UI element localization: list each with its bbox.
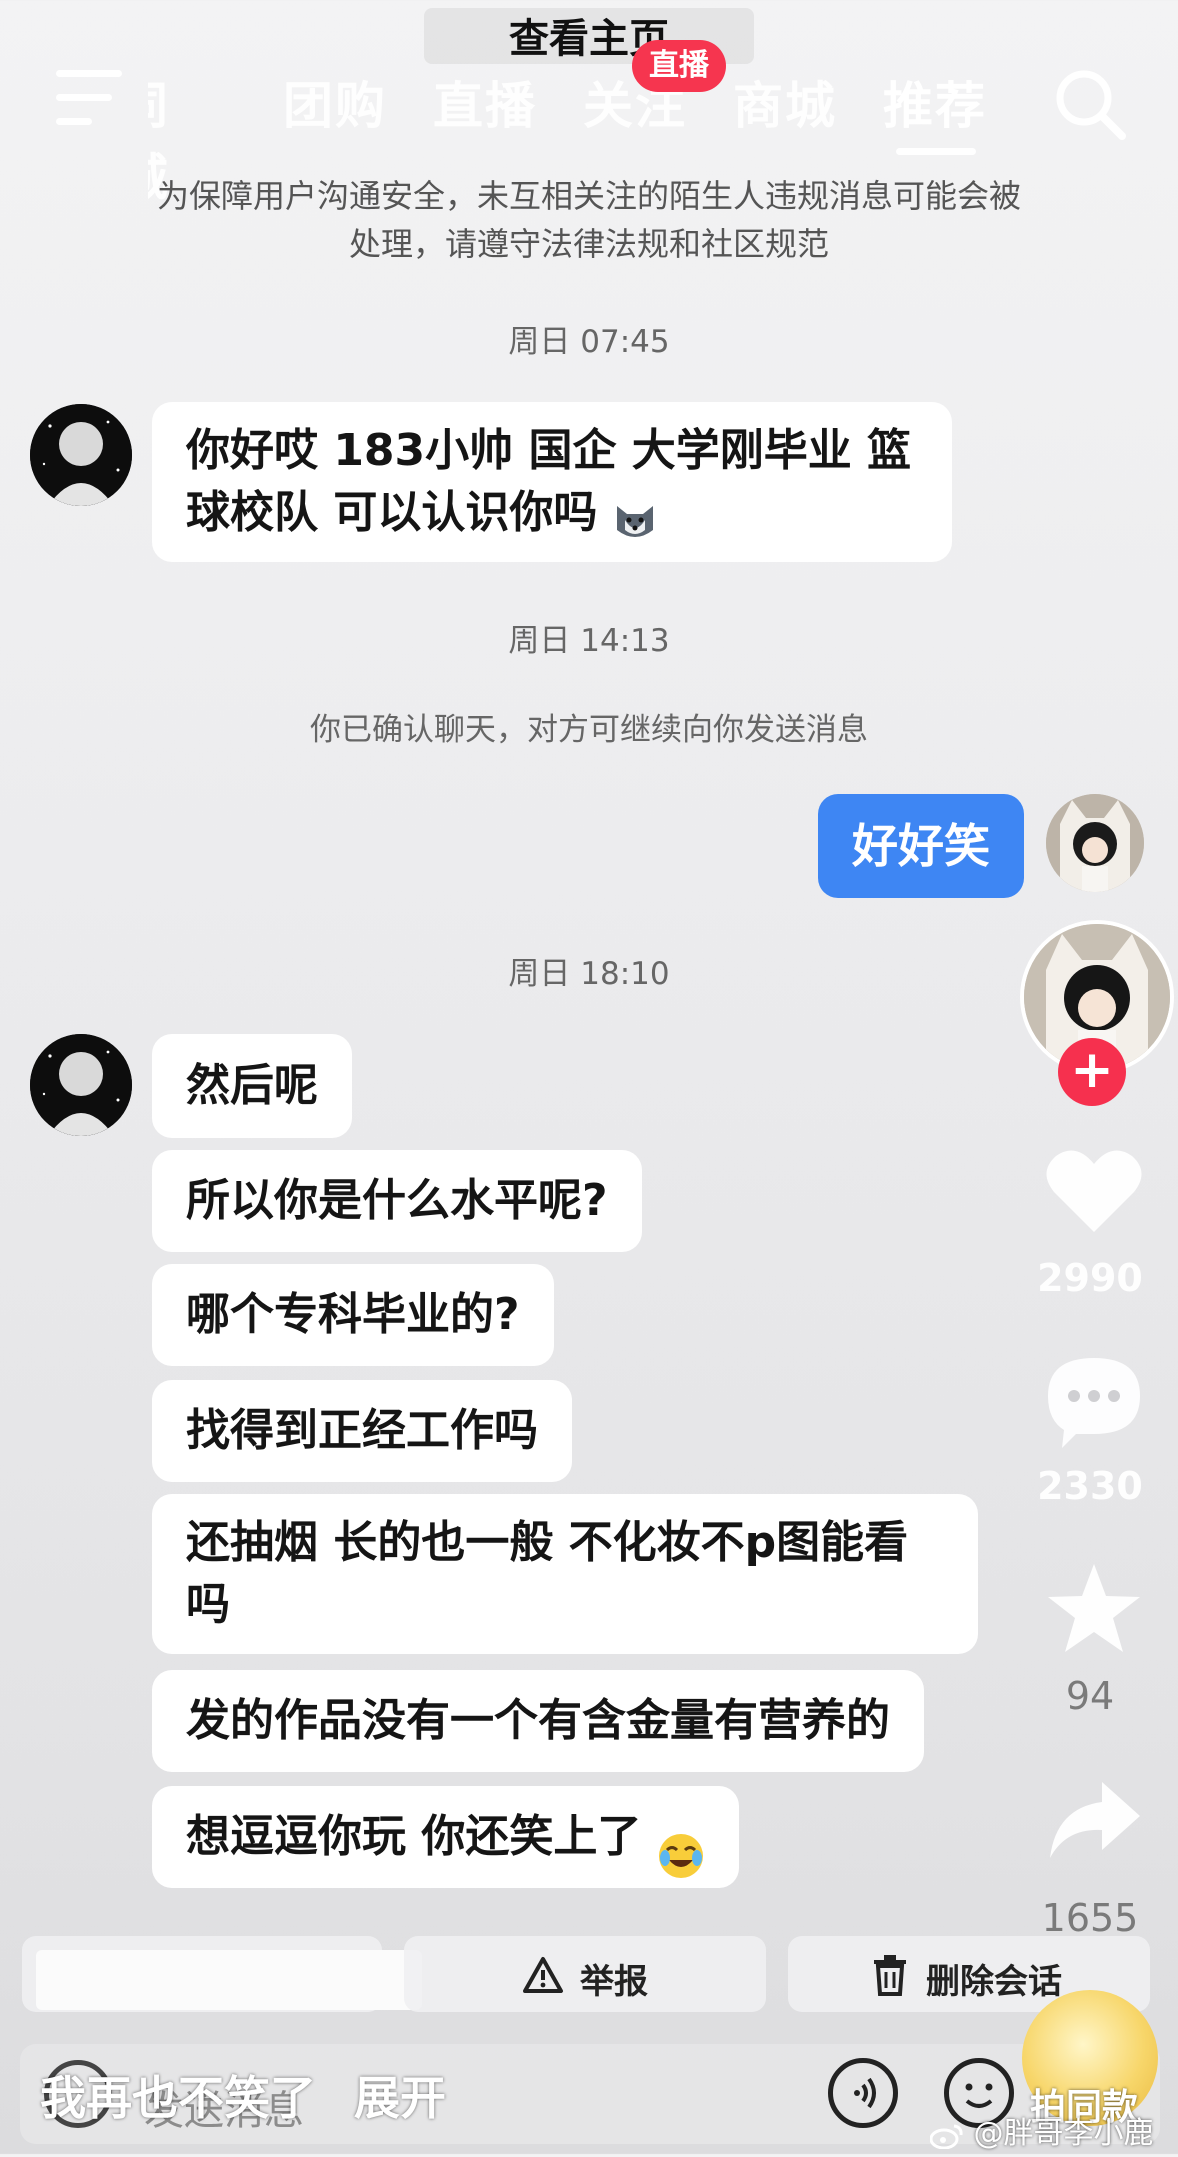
follow-plus-icon[interactable]: + [1058, 1038, 1126, 1106]
page-title[interactable]: 查看主页 [0, 6, 1178, 64]
tab-recommend[interactable]: 推荐 [883, 66, 987, 138]
message-bubble-incoming[interactable]: 你好哎 183小帅 国企 大学刚毕业 篮 球校队 可以认识你吗 [152, 402, 952, 562]
live-badge[interactable]: 直播 [632, 40, 726, 92]
husky-emoji-icon [613, 495, 657, 537]
voice-icon[interactable] [828, 2058, 898, 2128]
favorite-count: 94 [1065, 1674, 1115, 1718]
watermark-text: @胖哥李小鹿 [973, 2116, 1154, 2151]
message-line-2: 吗 [186, 1579, 230, 1630]
message-bubble-incoming[interactable]: 所以你是什么水平呢? [152, 1150, 642, 1252]
message-line-2: 球校队 可以认识你吗 [186, 482, 918, 544]
redacted-area [36, 1950, 422, 2010]
message-bubble-incoming[interactable]: 哪个专科毕业的? [152, 1264, 554, 1366]
safety-notice: 为保障用户沟通安全，未互相关注的陌生人违规消息可能会被 处理，请遵守法律法规和社… [0, 172, 1178, 268]
weibo-logo-icon [929, 2122, 964, 2149]
active-tab-indicator [896, 148, 976, 155]
comment-icon[interactable] [1044, 1354, 1144, 1450]
tab-live[interactable]: 直播 [433, 66, 537, 138]
like-count: 2990 [1037, 1256, 1143, 1300]
message-bubble-incoming[interactable]: 找得到正经工作吗 [152, 1380, 572, 1482]
heart-icon[interactable] [1044, 1146, 1144, 1236]
expand-caption-link[interactable]: 展开 [354, 2071, 446, 2125]
my-avatar[interactable] [1046, 794, 1144, 892]
sender-avatar[interactable] [30, 404, 132, 506]
report-button[interactable]: 举报 [404, 1936, 766, 2012]
sender-avatar[interactable] [30, 1034, 132, 1136]
message-bubble-outgoing[interactable]: 好好笑 [818, 794, 1024, 898]
search-icon[interactable] [1052, 66, 1128, 142]
message-bubble-incoming[interactable]: 想逗逗你玩 你还笑上了 [152, 1786, 739, 1888]
message-bubble-incoming[interactable]: 还抽烟 长的也一般 不化妆不p图能看 吗 [152, 1494, 978, 1654]
timestamp-3: 周日 18:10 [508, 956, 670, 992]
comment-count: 2330 [1037, 1464, 1143, 1508]
warning-icon [522, 1956, 564, 2003]
tab-mall[interactable]: 商城 [733, 66, 837, 138]
video-caption: 我再也不笑了 展开 [40, 2062, 446, 2128]
trash-icon [872, 1954, 908, 2005]
message-line-1: 还抽烟 长的也一般 不化妆不p图能看 [186, 1517, 909, 1568]
system-message: 你已确认聊天，对方可继续向你发送消息 [310, 712, 868, 748]
tab-group-buy[interactable]: 团购 [283, 66, 387, 138]
message-line-1: 你好哎 183小帅 国企 大学刚毕业 篮 [186, 425, 912, 476]
share-icon[interactable] [1046, 1778, 1142, 1862]
message-bubble-incoming[interactable]: 然后呢 [152, 1034, 352, 1138]
message-bubble-incoming[interactable]: 发的作品没有一个有含金量有营养的 [152, 1670, 924, 1772]
crying-laughing-emoji-icon [657, 1815, 705, 1878]
watermark: @胖哥李小鹿 [929, 2108, 1154, 2152]
delete-chat-label: 删除会话 [926, 1962, 1062, 2002]
timestamp-1: 周日 07:45 [508, 324, 670, 360]
notice-line-1: 为保障用户沟通安全，未互相关注的陌生人违规消息可能会被 [156, 177, 1021, 215]
caption-text: 我再也不笑了 [40, 2071, 316, 2125]
share-count: 1655 [1041, 1896, 1139, 1940]
menu-icon[interactable] [56, 70, 122, 126]
timestamp-2: 周日 14:13 [508, 623, 670, 659]
star-icon[interactable] [1044, 1560, 1144, 1656]
report-label: 举报 [580, 1962, 648, 2002]
notice-line-2: 处理，请遵守法律法规和社区规范 [348, 225, 829, 263]
